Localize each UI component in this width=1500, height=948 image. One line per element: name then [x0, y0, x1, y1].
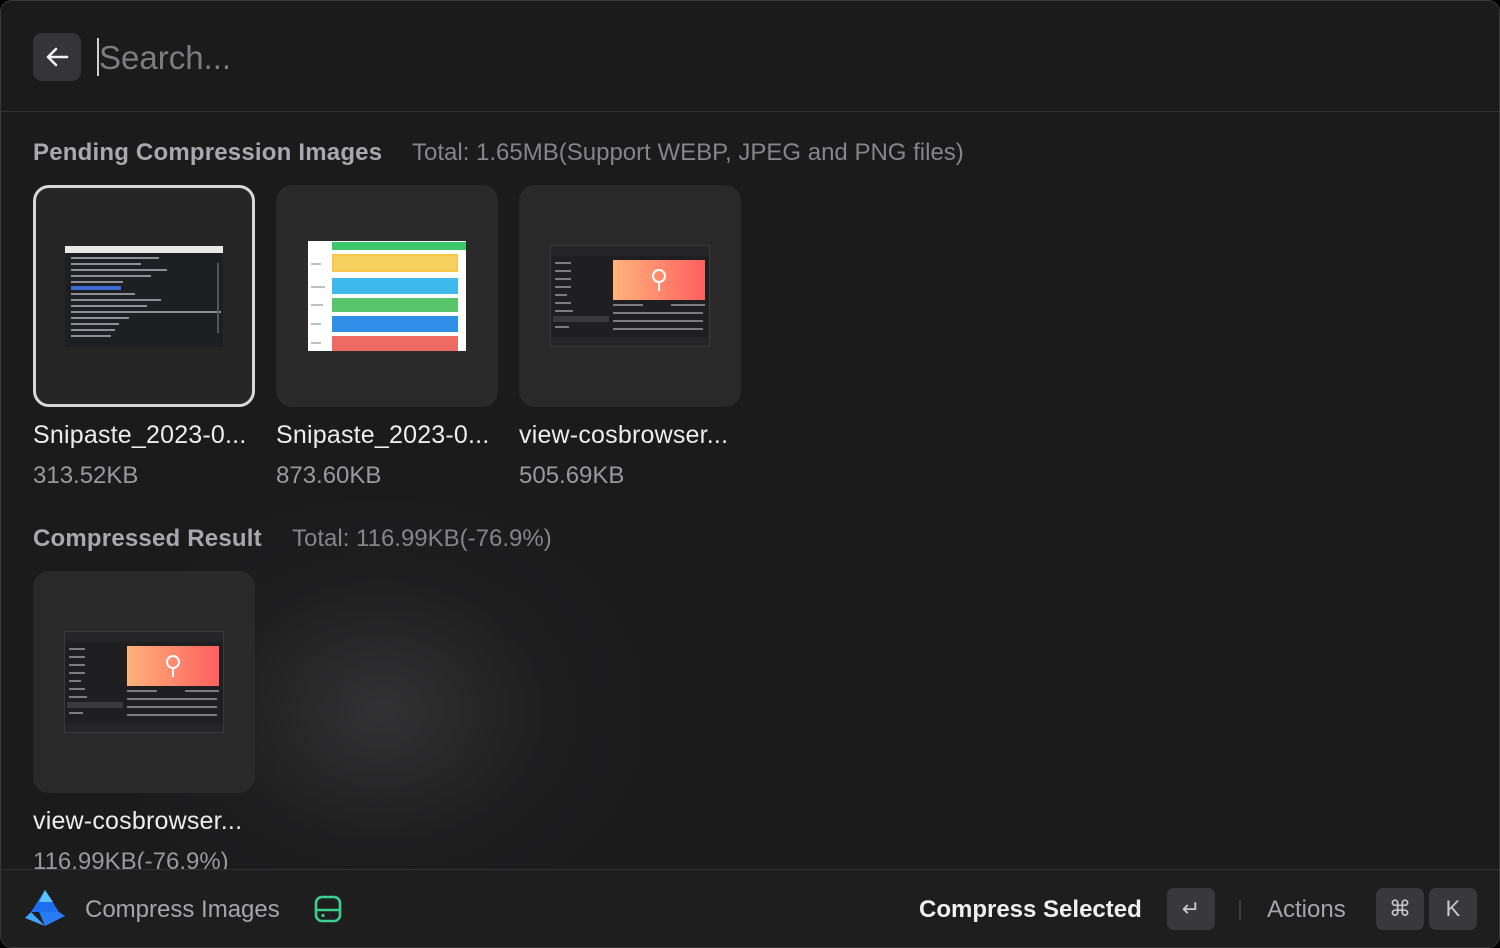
image-file-name: view-cosbrowser...: [519, 421, 729, 449]
command-name: Compress Images: [85, 896, 280, 923]
image-file-size: 873.60KB: [276, 462, 382, 489]
compressed-section-total: Total: 116.99KB(-76.9%): [292, 525, 552, 552]
back-button[interactable]: [33, 33, 81, 81]
action-bar: Compress Images Compress Selected ↵ Acti…: [1, 869, 1499, 947]
image-thumbnail[interactable]: [276, 185, 498, 407]
search-bar: [1, 1, 1499, 112]
text-caret: [97, 38, 99, 76]
actions-button[interactable]: Actions: [1267, 896, 1346, 924]
hard-drive-icon: [313, 894, 343, 929]
compress-images-app-icon: [25, 888, 67, 933]
image-thumbnail[interactable]: [33, 185, 255, 407]
pending-image-card[interactable]: view-cosbrowser... 505.69KB: [519, 185, 741, 490]
footer-divider: [1239, 900, 1241, 920]
cosbrowser-preview-image: [64, 631, 224, 733]
image-thumbnail[interactable]: [33, 571, 255, 793]
image-thumbnail[interactable]: [519, 185, 741, 407]
diagram-preview-image: [308, 241, 466, 351]
image-file-name: view-cosbrowser...: [33, 807, 243, 835]
search-input[interactable]: [97, 31, 1401, 85]
raycast-window: Pending Compression Images Total: 1.65MB…: [0, 0, 1500, 948]
image-file-name: Snipaste_2023-0...: [276, 421, 490, 449]
compressed-section-title: Compressed Result: [33, 525, 262, 552]
enter-key-icon: ↵: [1167, 888, 1215, 930]
pending-section-title: Pending Compression Images: [33, 139, 383, 166]
pending-image-card[interactable]: Snipaste_2023-0... 313.52KB: [33, 185, 255, 490]
cosbrowser-preview-image: [550, 245, 710, 347]
compress-selected-button[interactable]: Compress Selected: [919, 896, 1142, 924]
code-editor-preview-image: [65, 245, 223, 347]
command-key-icon: ⌘: [1376, 888, 1424, 930]
pending-image-card[interactable]: Snipaste_2023-0... 873.60KB: [276, 185, 498, 490]
image-file-size: 505.69KB: [519, 462, 625, 489]
arrow-left-icon: [46, 47, 69, 67]
pending-section-total: Total: 1.65MB(Support WEBP, JPEG and PNG…: [412, 139, 964, 166]
image-file-name: Snipaste_2023-0...: [33, 421, 247, 449]
image-file-size: 313.52KB: [33, 462, 139, 489]
compressed-image-card[interactable]: view-cosbrowser... 116.99KB(-76.9%): [33, 571, 255, 876]
k-key-icon: K: [1429, 888, 1477, 930]
